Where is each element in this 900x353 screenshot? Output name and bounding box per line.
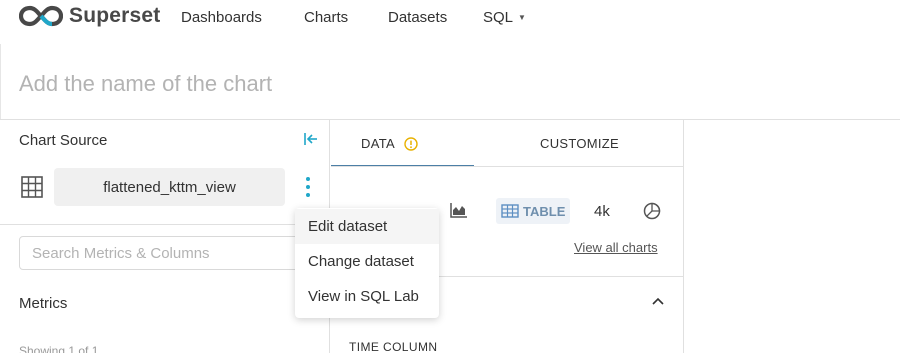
time-column-label: TIME COLUMN — [349, 340, 438, 353]
tab-data[interactable]: DATA — [361, 136, 418, 151]
chart-title-input[interactable]: Add the name of the chart — [19, 71, 272, 97]
viz-type-table-label: TABLE — [523, 203, 566, 219]
nav-sql-label: SQL — [483, 9, 514, 26]
more-vertical-icon[interactable] — [300, 175, 316, 199]
nav-dashboards[interactable]: Dashboards — [181, 9, 262, 26]
warning-circle-icon — [404, 136, 418, 151]
view-all-charts-link[interactable]: View all charts — [574, 240, 658, 255]
brand-name: Superset — [69, 4, 161, 27]
top-navbar: Superset Dashboards Charts Datasets SQL ▼ — [0, 0, 900, 44]
caret-down-icon: ▼ — [518, 13, 526, 22]
menu-item-edit-dataset[interactable]: Edit dataset — [295, 209, 439, 244]
superset-logo-icon — [19, 5, 63, 27]
menu-item-change-dataset[interactable]: Change dataset — [295, 244, 439, 279]
datasource-panel: Chart Source flattened_kttm_view Metrics… — [0, 120, 330, 353]
pie-chart-icon[interactable] — [643, 202, 661, 220]
dataset-grid-icon — [21, 176, 43, 198]
metrics-section-title[interactable]: Metrics — [19, 295, 67, 312]
tab-data-label: DATA — [361, 136, 395, 151]
viz-type-table[interactable]: TABLE — [496, 198, 571, 224]
nav-charts[interactable]: Charts — [304, 9, 348, 26]
collapse-panel-icon[interactable] — [303, 131, 319, 147]
search-metrics-columns-input[interactable] — [19, 236, 309, 270]
nav-sql[interactable]: SQL ▼ — [483, 9, 526, 26]
viz-type-big-number[interactable]: 4k — [594, 203, 610, 220]
nav-datasets[interactable]: Datasets — [388, 9, 447, 26]
showing-count: Showing 1 of 1 — [19, 344, 99, 353]
divider — [331, 166, 684, 167]
chart-source-title: Chart Source — [19, 132, 108, 149]
superset-logo[interactable]: Superset — [19, 4, 161, 27]
area-chart-icon[interactable] — [450, 202, 468, 218]
dataset-name[interactable]: flattened_kttm_view — [54, 168, 285, 206]
menu-item-view-in-sql-lab[interactable]: View in SQL Lab — [295, 279, 439, 314]
table-icon — [501, 204, 519, 218]
chevron-up-icon[interactable] — [651, 296, 665, 306]
dataset-actions-menu: Edit dataset Change dataset View in SQL … — [295, 208, 439, 318]
divider — [0, 44, 1, 119]
divider — [0, 224, 330, 225]
tab-customize[interactable]: CUSTOMIZE — [540, 136, 619, 151]
